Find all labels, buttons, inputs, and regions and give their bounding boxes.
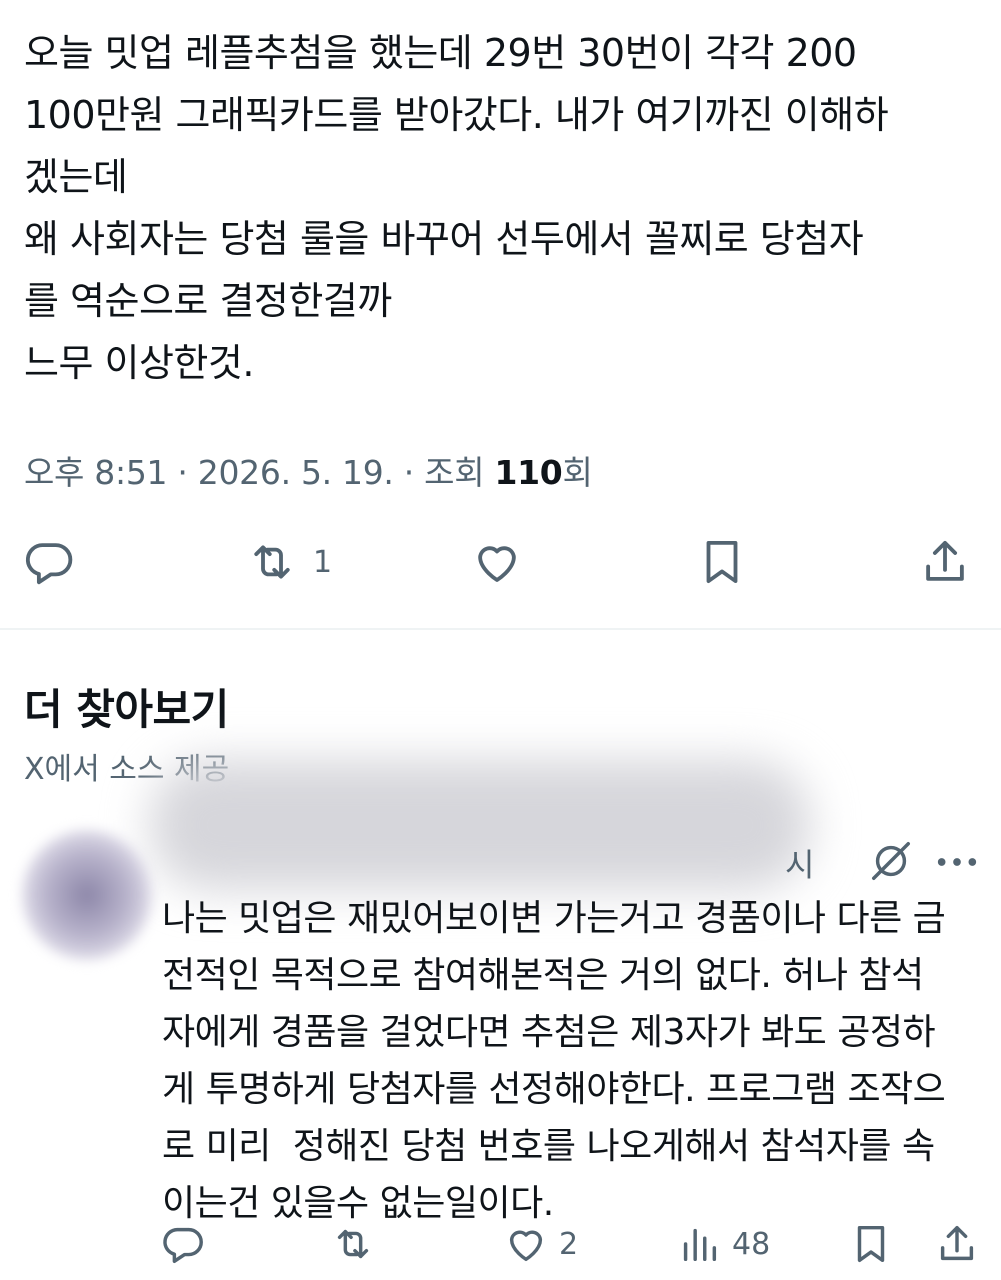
post-timestamp: 오후 8:51 · 2026. 5. 19. · 조회	[24, 453, 495, 492]
post-meta: 오후 8:51 · 2026. 5. 19. · 조회 110회	[24, 446, 593, 494]
reply-retweet-button[interactable]	[330, 1214, 376, 1274]
reply-timestamp: 시	[785, 846, 815, 884]
reply-icon	[163, 1227, 203, 1263]
like-button[interactable]	[470, 530, 524, 594]
bookmark-icon	[857, 1225, 885, 1263]
retweet-button[interactable]: 1	[245, 530, 332, 594]
post-text: 오늘 밋업 레플추첨을 했는데 29번 30번이 각각 200 100만원 그래…	[24, 31, 889, 385]
reply-button[interactable]	[22, 530, 76, 594]
reply-views-button[interactable]: 48	[676, 1214, 770, 1274]
reply-icon	[25, 543, 73, 585]
reply-share-button[interactable]	[934, 1214, 980, 1274]
reply-view-count: 48	[732, 1226, 771, 1262]
reply-action-bar: 2 48	[0, 1214, 1001, 1274]
reply-bookmark-button[interactable]	[848, 1214, 894, 1274]
bookmark-icon	[706, 540, 738, 584]
retweet-icon	[254, 545, 290, 579]
reply-reply-button[interactable]	[160, 1214, 206, 1274]
section-divider	[0, 628, 1001, 630]
grok-icon[interactable]	[868, 838, 914, 884]
more-section-title: 더 찾아보기	[24, 685, 229, 734]
share-icon	[940, 1225, 974, 1261]
redacted-username	[150, 760, 810, 890]
reply-like-count: 2	[559, 1226, 579, 1262]
view-count: 110	[494, 453, 563, 492]
bookmark-button[interactable]	[695, 530, 749, 594]
post-action-bar: 1	[0, 530, 1001, 594]
avatar[interactable]	[22, 830, 152, 960]
more-options-icon[interactable]	[934, 842, 980, 882]
heart-icon	[478, 546, 516, 582]
view-count-suffix: 회	[562, 453, 593, 492]
analytics-icon	[683, 1228, 717, 1262]
share-button[interactable]	[918, 530, 972, 594]
reply-text: 나는 밋업은 재밌어보이변 가는거고 경품이나 다른 금 전적인 목적으로 참여…	[162, 898, 946, 1224]
heart-icon	[509, 1230, 543, 1262]
retweet-count: 1	[313, 544, 333, 580]
share-icon	[926, 540, 964, 581]
reply-like-button[interactable]: 2	[503, 1214, 578, 1274]
retweet-icon	[337, 1229, 369, 1259]
